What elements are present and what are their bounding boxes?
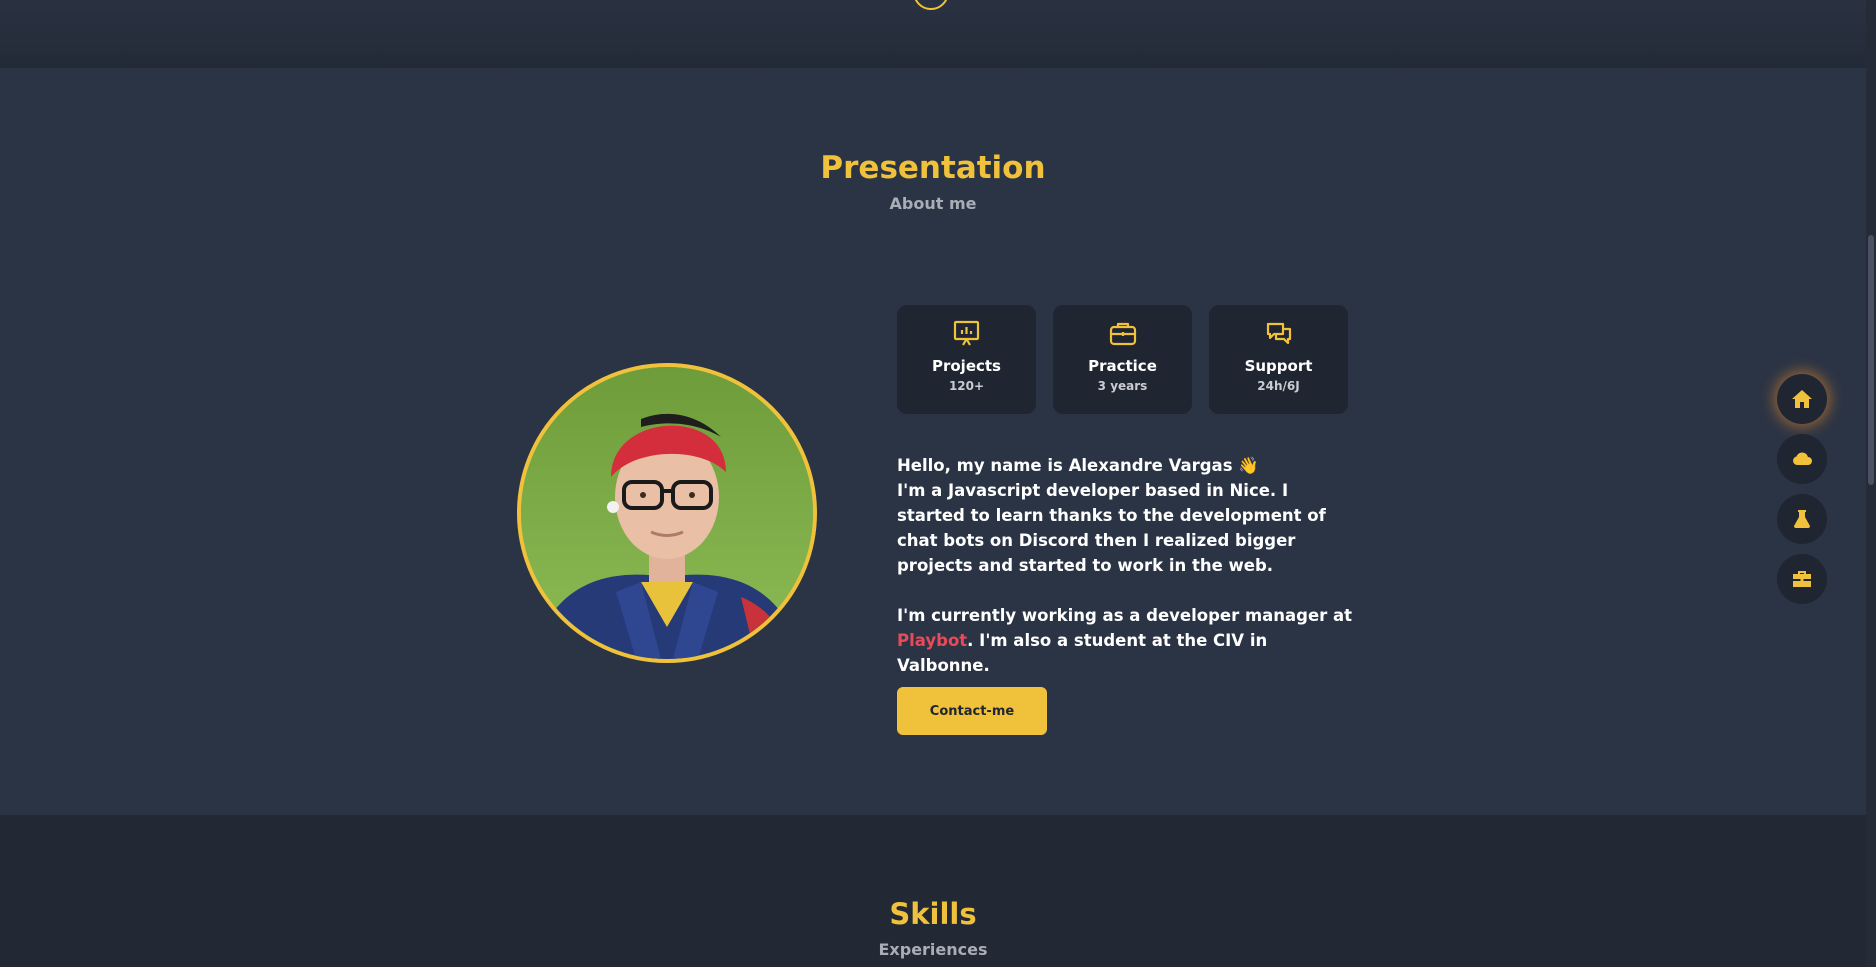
stat-value: 120+ [948,379,985,393]
nav-flask-button[interactable] [1777,494,1827,544]
skills-section: Skills Experiences [0,815,1866,967]
section-subtitle: About me [889,194,977,213]
stat-value: 24h/6J [1257,379,1300,393]
profile-photo [517,363,817,663]
nav-cloud-button[interactable] [1777,434,1827,484]
about-intro: Hello, my name is Alexandre Vargas 👋 I'm… [897,453,1357,578]
scrollbar-thumb[interactable] [1868,235,1874,485]
section-subtitle: Experiences [878,940,988,959]
briefcase-icon [1053,319,1192,347]
presentation-board-icon [897,319,1036,347]
contact-button[interactable]: Contact-me [897,687,1047,735]
stat-card-practice: Practice 3 years [1053,305,1192,414]
greeting: Hello, my name is Alexandre Vargas 👋 [897,456,1259,475]
section-title: Skills [889,897,977,931]
chat-bubbles-icon [1209,319,1348,347]
nav-toolbox-button[interactable] [1777,554,1827,604]
nav-home-button[interactable] [1777,374,1827,424]
company-link[interactable]: Playbot [897,631,967,650]
flask-icon [1794,510,1810,528]
stat-card-projects: Projects 120+ [897,305,1036,414]
intro-text: I'm a Javascript developer based in Nice… [897,481,1326,575]
cloud-icon [1793,452,1812,465]
about-text: Hello, my name is Alexandre Vargas 👋 I'm… [897,453,1357,678]
section-title: Presentation [820,150,1046,186]
about-current: I'm currently working as a developer man… [897,603,1357,678]
home-icon [1792,390,1812,408]
scroll-down-indicator[interactable] [913,0,949,10]
previous-section-strip [0,0,1866,68]
presentation-section: Presentation About me Projects 120+ Prac… [0,68,1866,815]
stat-value: 3 years [1097,379,1148,393]
current-prefix: I'm currently working as a developer man… [897,606,1353,625]
stat-label: Projects [931,357,1001,375]
toolbox-icon [1793,571,1811,587]
stat-label: Practice [1088,357,1157,375]
stat-label: Support [1244,357,1313,375]
stat-card-support: Support 24h/6J [1209,305,1348,414]
